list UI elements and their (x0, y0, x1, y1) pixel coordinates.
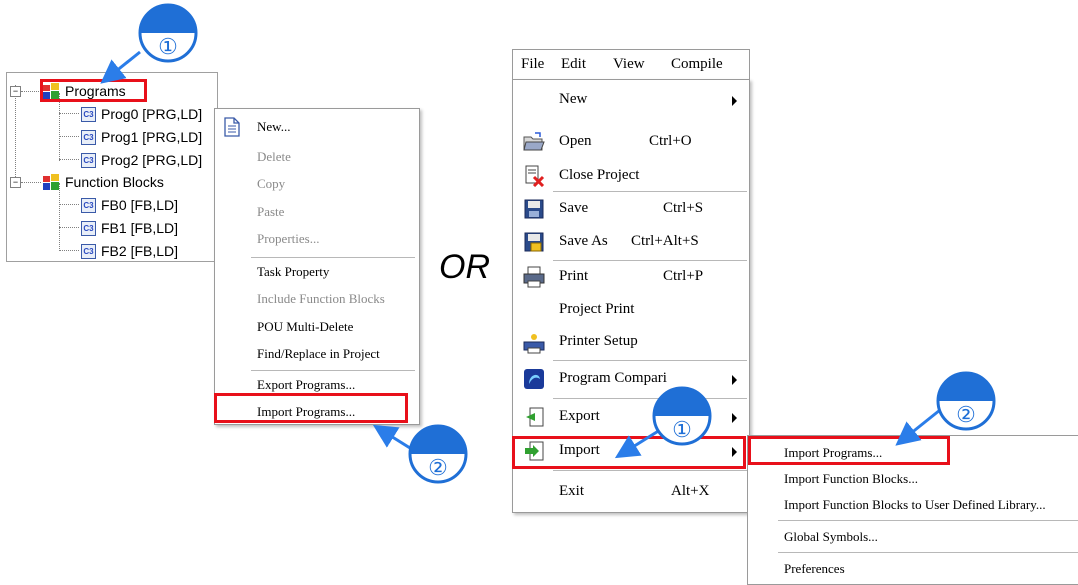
save-icon (524, 199, 544, 219)
preferences-item[interactable]: Preferences (784, 561, 845, 577)
step-badge-1: ① (137, 2, 199, 64)
print-icon (523, 266, 545, 288)
print-shortcut: Ctrl+P (663, 268, 704, 284)
menu-separator (251, 370, 415, 371)
ctx-copy[interactable]: Copy (257, 176, 285, 192)
tree-item-label: Prog2 [PRG,LD] (101, 152, 203, 168)
file-project-print[interactable]: Project Print (559, 301, 634, 318)
ctx-task-property[interactable]: Task Property (257, 264, 329, 280)
context-menu: New... Delete Copy Paste Properties... T… (214, 108, 420, 425)
menu-separator (251, 257, 415, 258)
step-badge-2: ② (407, 423, 469, 485)
ctx-find-replace[interactable]: Find/Replace in Project (257, 346, 380, 362)
step-badge-4: ② (935, 370, 997, 432)
menu-separator (778, 520, 1078, 521)
submenu-arrow-icon (732, 375, 737, 385)
program-comparison-icon (524, 369, 544, 389)
tree-item-label: FB2 [FB,LD] (101, 243, 179, 259)
ctx-paste[interactable]: Paste (257, 204, 284, 220)
save-shortcut: Ctrl+S (663, 200, 704, 216)
menu-separator (553, 191, 747, 192)
step-number: ① (672, 417, 692, 442)
file-new[interactable]: New (559, 91, 587, 108)
tree-connector (59, 159, 79, 160)
new-document-icon (224, 117, 240, 137)
menu-compile[interactable]: Compile (671, 56, 723, 73)
ctx-properties[interactable]: Properties... (257, 231, 319, 247)
step-number: ② (956, 402, 976, 427)
menu-separator (553, 470, 747, 471)
or-label: OR (439, 248, 490, 286)
function-blocks-folder-icon (43, 174, 59, 190)
tree-connector (59, 250, 79, 251)
highlight-ctx-import-programs (214, 393, 408, 423)
open-shortcut: Ctrl+O (649, 133, 692, 149)
collapse-icon[interactable]: − (10, 177, 21, 188)
tree-item-label: Prog1 [PRG,LD] (101, 129, 203, 145)
file-print[interactable]: Print (559, 268, 588, 285)
global-symbols-item[interactable]: Global Symbols... (784, 529, 878, 545)
menu-separator (553, 260, 747, 261)
ctx-new[interactable]: New... (257, 119, 290, 135)
export-icon (526, 407, 544, 427)
submenu-arrow-icon (732, 96, 737, 106)
highlight-submenu-import-programs (748, 436, 950, 465)
tree-connector (59, 183, 60, 251)
menu-edit[interactable]: Edit (561, 56, 586, 73)
save-as-icon (524, 232, 544, 252)
import-function-blocks-item[interactable]: Import Function Blocks... (784, 471, 918, 487)
menu-separator (553, 360, 747, 361)
pou-icon: C3 (81, 130, 96, 145)
open-folder-icon (523, 132, 545, 151)
ctx-delete[interactable]: Delete (257, 149, 291, 165)
file-export[interactable]: Export (559, 408, 600, 425)
menu-separator (778, 552, 1078, 553)
tree-connector (59, 204, 79, 205)
step-number: ② (428, 455, 448, 480)
file-save[interactable]: Save (559, 200, 588, 217)
step-badge-3: ① (651, 385, 713, 447)
tree-connector (59, 113, 79, 114)
exit-shortcut: Alt+X (671, 483, 710, 499)
file-printer-setup[interactable]: Printer Setup (559, 333, 638, 350)
tree-connector (59, 93, 60, 161)
menu-view[interactable]: View (613, 56, 645, 73)
tree-item-label: FB1 [FB,LD] (101, 220, 179, 236)
tree-item-label: Function Blocks (65, 174, 164, 190)
tree-item-label: Prog0 [PRG,LD] (101, 106, 203, 122)
tree-connector (15, 85, 16, 183)
ctx-pou-multi-delete[interactable]: POU Multi-Delete (257, 319, 353, 335)
ctx-include-function-blocks[interactable]: Include Function Blocks (257, 291, 385, 307)
pou-icon: C3 (81, 198, 96, 213)
step-number: ① (158, 34, 178, 59)
tree-item-label: FB0 [FB,LD] (101, 197, 179, 213)
file-exit[interactable]: Exit (559, 483, 584, 500)
menu-separator (553, 398, 747, 399)
tree-connector (21, 182, 41, 183)
pou-icon: C3 (81, 153, 96, 168)
file-open[interactable]: Open (559, 133, 592, 150)
collapse-icon[interactable]: − (10, 86, 21, 97)
file-close-project[interactable]: Close Project (559, 167, 639, 184)
printer-setup-icon (523, 334, 545, 354)
import-fb-to-library-item[interactable]: Import Function Blocks to User Defined L… (784, 497, 1046, 513)
close-project-icon (525, 165, 545, 187)
pou-icon: C3 (81, 244, 96, 259)
tree-connector (21, 91, 41, 92)
highlight-programs (40, 79, 147, 102)
pou-icon: C3 (81, 107, 96, 122)
menu-bar: File Edit View Compile (512, 49, 750, 81)
menu-file[interactable]: File (521, 56, 544, 73)
tree-connector (59, 227, 79, 228)
submenu-arrow-icon (732, 413, 737, 423)
pou-icon: C3 (81, 221, 96, 236)
arrow-2 (372, 424, 411, 450)
save-as-shortcut: Ctrl+Alt+S (631, 233, 699, 249)
tree-connector (59, 136, 79, 137)
file-save-as[interactable]: Save As (559, 233, 608, 250)
ctx-export-programs[interactable]: Export Programs... (257, 377, 355, 393)
